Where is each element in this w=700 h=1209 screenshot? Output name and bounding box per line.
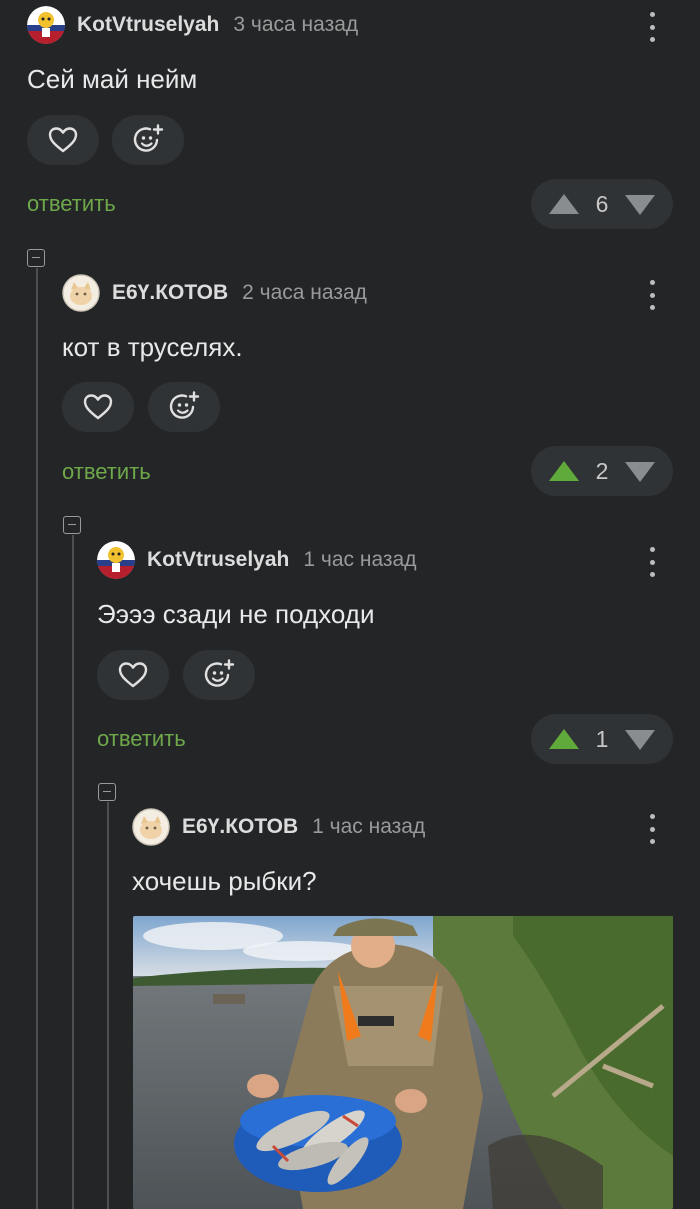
more-vertical-icon[interactable] [648, 547, 656, 577]
add-emoji-icon [169, 391, 200, 419]
comment-text: Сей май нейм [27, 64, 198, 94]
collapse-icon[interactable] [63, 516, 81, 534]
timestamp: 1 час назад [303, 548, 417, 571]
thread-line [36, 268, 38, 1209]
comment-image[interactable] [133, 916, 673, 1209]
reply-link[interactable]: ответить [62, 459, 151, 485]
comment-header: KotVtruselyah 1 час назад [97, 535, 416, 585]
downvote-icon[interactable] [625, 730, 655, 750]
add-reaction-button[interactable] [148, 382, 220, 432]
timestamp: 1 час назад [312, 815, 426, 838]
rating-block: 1 [531, 714, 673, 764]
comment: KotVtruselyah 1 час назад Ээээ сзади не … [97, 535, 700, 765]
reply-link[interactable]: ответить [27, 191, 116, 217]
add-reaction-button[interactable] [183, 650, 255, 700]
comment-text: Ээээ сзади не подходи [97, 599, 375, 629]
heart-icon [83, 394, 113, 420]
more-vertical-icon[interactable] [648, 814, 656, 844]
add-reaction-button[interactable] [112, 115, 184, 165]
comment-header: Е6Ү.КОТОВ 1 час назад [132, 802, 425, 852]
collapse-icon[interactable] [98, 783, 116, 801]
add-emoji-icon [133, 124, 164, 152]
reply-link[interactable]: ответить [97, 726, 186, 752]
comment: Е6Ү.КОТОВ 2 часа назад кот в труселях. о… [62, 268, 700, 498]
like-button[interactable] [27, 115, 99, 165]
comment-text: хочешь рыбки? [132, 866, 317, 896]
heart-icon [118, 662, 148, 688]
add-emoji-icon [204, 659, 235, 687]
avatar[interactable] [27, 6, 65, 44]
avatar[interactable] [132, 808, 170, 846]
downvote-icon[interactable] [625, 195, 655, 215]
avatar[interactable] [97, 541, 135, 579]
username[interactable]: KotVtruselyah [77, 13, 219, 37]
downvote-icon[interactable] [625, 462, 655, 482]
like-button[interactable] [62, 382, 134, 432]
avatar[interactable] [62, 274, 100, 312]
comment: Е6Ү.КОТОВ 1 час назад хочешь рыбки? [132, 802, 700, 912]
rating-block: 2 [531, 446, 673, 496]
comment-text: кот в труселях. [62, 332, 243, 362]
username[interactable]: Е6Ү.КОТОВ [112, 281, 228, 305]
like-button[interactable] [97, 650, 169, 700]
collapse-icon[interactable] [27, 249, 45, 267]
heart-icon [48, 127, 78, 153]
comment-header: Е6Ү.КОТОВ 2 часа назад [62, 268, 367, 318]
comment: KotVtruselyah 3 часа назад Сей май нейм … [27, 0, 700, 230]
comment-header: KotVtruselyah 3 часа назад [27, 0, 358, 50]
username[interactable]: Е6Ү.КОТОВ [182, 815, 298, 839]
thread-line [107, 802, 109, 1209]
timestamp: 3 часа назад [233, 13, 359, 36]
more-vertical-icon[interactable] [648, 280, 656, 310]
rating-block: 6 [531, 179, 673, 229]
username[interactable]: KotVtruselyah [147, 548, 289, 572]
thread-line [72, 535, 74, 1209]
more-vertical-icon[interactable] [648, 12, 656, 42]
timestamp: 2 часа назад [242, 281, 367, 304]
